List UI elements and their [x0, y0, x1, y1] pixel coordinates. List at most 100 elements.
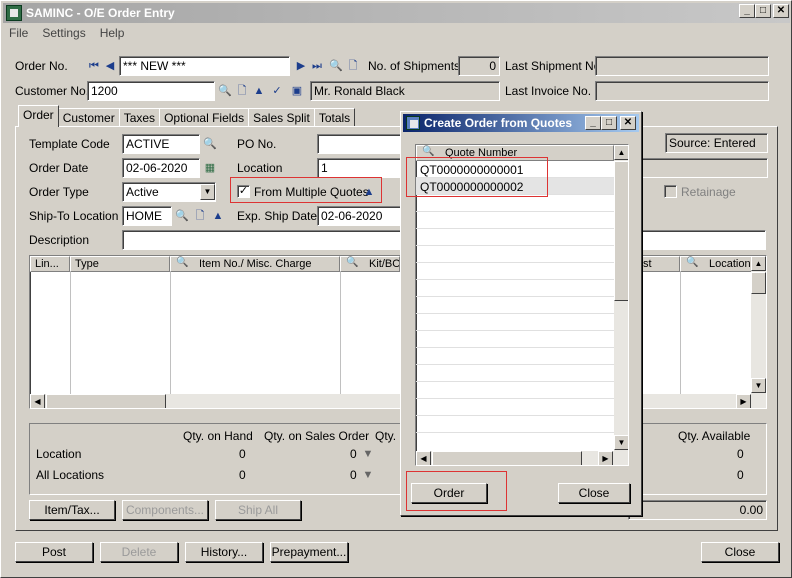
qty-on-hand-header: Qty. on Hand: [183, 429, 253, 443]
tab-taxes[interactable]: Taxes: [118, 108, 161, 127]
last-invoice-field: [595, 81, 769, 101]
ship-to-input[interactable]: HOME: [122, 206, 172, 226]
template-finder-icon[interactable]: 🔍: [203, 137, 217, 151]
components-button[interactable]: Components...: [122, 500, 208, 520]
order-type-dropdown-icon[interactable]: ▼: [200, 184, 215, 200]
dialog-minimize-button[interactable]: _: [585, 116, 601, 130]
dialog-close-button[interactable]: ✕: [620, 116, 636, 130]
order-no-label: Order No.: [15, 59, 68, 73]
last-shipment-label: Last Shipment No.: [505, 59, 604, 73]
order-button[interactable]: Order: [411, 483, 487, 503]
quote-number-header[interactable]: Quote Number: [416, 145, 614, 161]
tab-strip: Order Customer Taxes Optional Fields Sal…: [18, 105, 356, 127]
kit-search-icon: 🔍: [346, 257, 359, 268]
order-no-input[interactable]: *** NEW ***: [119, 56, 290, 76]
zoom-up-icon[interactable]: ▲: [252, 84, 266, 98]
grid-scroll-up-icon[interactable]: ▲: [751, 256, 766, 271]
po-no-input[interactable]: [317, 134, 407, 154]
quote-scroll-right-icon[interactable]: ▶: [598, 451, 613, 465]
customer-new-icon[interactable]: 🗋: [235, 84, 249, 98]
first-record-icon[interactable]: ⏮: [87, 59, 101, 73]
menu-help[interactable]: Help: [94, 24, 131, 42]
next-record-icon[interactable]: ▶: [294, 59, 308, 73]
delete-button[interactable]: Delete: [100, 542, 178, 562]
dialog-maximize-button[interactable]: □: [601, 116, 617, 130]
ship-to-finder-icon[interactable]: 🔍: [175, 209, 189, 223]
qty-location-label: Location: [36, 447, 82, 461]
ship-all-button[interactable]: Ship All: [215, 500, 301, 520]
qty-location-on-so: 0: [350, 447, 357, 461]
maximize-button[interactable]: □: [755, 4, 771, 18]
tab-sales-split[interactable]: Sales Split: [248, 108, 315, 127]
close-window-button[interactable]: ✕: [773, 4, 789, 18]
customer-no-input[interactable]: 1200: [87, 81, 215, 101]
quote-scroll-down-icon[interactable]: ▼: [614, 435, 628, 450]
minimize-button[interactable]: _: [739, 4, 755, 18]
history-button[interactable]: History...: [185, 542, 263, 562]
grid-scroll-left-icon[interactable]: ◀: [30, 394, 45, 408]
close-button[interactable]: Close: [701, 542, 779, 562]
source-field: Source: Entered: [665, 133, 768, 153]
col-item-no[interactable]: Item No./ Misc. Charge: [170, 256, 340, 272]
grid-scroll-down-icon[interactable]: ▼: [751, 378, 766, 393]
po-no-label: PO No.: [237, 137, 277, 151]
quote-search-icon: 🔍: [422, 146, 435, 157]
qty-all-locations-label: All Locations: [36, 468, 105, 482]
tab-totals[interactable]: Totals: [313, 108, 356, 127]
dialog-title: Create Order from Quotes: [424, 116, 573, 130]
exp-ship-date-input[interactable]: 02-06-2020: [317, 206, 407, 226]
description-label: Description: [29, 233, 90, 247]
qty-location-on-hand: 0: [239, 447, 246, 461]
qty-all-drill-icon[interactable]: ▼: [361, 468, 375, 482]
item-tax-button[interactable]: Item/Tax...: [29, 500, 115, 520]
template-code-input[interactable]: ACTIVE: [122, 134, 200, 154]
ship-to-new-icon[interactable]: 🗋: [193, 209, 207, 223]
location-search-icon: 🔍: [686, 257, 699, 268]
post-button[interactable]: Post: [15, 542, 93, 562]
check-credit-icon[interactable]: ✓: [270, 84, 284, 98]
quote-scroll-left-icon[interactable]: ◀: [416, 451, 431, 465]
qty-on-sales-order-header: Qty. on Sales Order: [264, 429, 370, 443]
customer-name-field: Mr. Ronald Black: [310, 81, 500, 101]
customer-info-icon[interactable]: ▣: [290, 84, 304, 98]
list-item[interactable]: QT0000000000002: [416, 178, 628, 195]
tab-optional-fields[interactable]: Optional Fields: [159, 108, 250, 127]
dialog-close-btn[interactable]: Close: [558, 483, 630, 503]
calendar-icon[interactable]: ▦: [203, 161, 217, 175]
col-type[interactable]: Type: [70, 256, 170, 272]
grid-scroll-right-icon[interactable]: ▶: [736, 394, 751, 408]
quote-list[interactable]: Quote Number 🔍 QT0000000000001 QT0000000…: [415, 144, 629, 466]
tab-order[interactable]: Order: [18, 105, 59, 127]
zoom-quotes-icon[interactable]: ▲: [362, 185, 376, 199]
new-document-icon[interactable]: 🗋: [346, 59, 360, 73]
template-code-label: Template Code: [29, 137, 110, 151]
col-line[interactable]: Lin...: [30, 256, 70, 272]
menu-settings[interactable]: Settings: [36, 24, 91, 42]
title-bar: SAMINC - O/E Order Entry: [3, 3, 790, 23]
num-shipments-field: 0: [458, 56, 500, 76]
grid-vscroll[interactable]: ▲ ▼: [751, 256, 766, 394]
main-window: SAMINC - O/E Order Entry _ □ ✕ File Sett…: [0, 0, 792, 578]
create-order-dialog: Create Order from Quotes _ □ ✕ Quote Num…: [400, 111, 642, 516]
list-item[interactable]: QT0000000000001: [416, 161, 628, 178]
ship-to-zoom-icon[interactable]: ▲: [211, 209, 225, 223]
customer-finder-icon[interactable]: 🔍: [218, 84, 232, 98]
grid-hscroll[interactable]: ◀ ▶: [30, 394, 766, 408]
previous-record-icon[interactable]: ◀: [103, 59, 117, 73]
prepayment-button[interactable]: Prepayment...: [270, 542, 348, 562]
last-record-icon[interactable]: ⏭: [310, 59, 324, 73]
location-input[interactable]: 1: [317, 158, 407, 178]
order-date-label: Order Date: [29, 161, 89, 175]
finder-icon[interactable]: 🔍: [329, 59, 343, 73]
from-multiple-quotes-checkbox[interactable]: ✓: [237, 185, 250, 198]
quote-hscroll[interactable]: ◀ ▶: [416, 451, 628, 465]
quote-scroll-up-icon[interactable]: ▲: [614, 145, 628, 160]
detail-grid[interactable]: Lin... Type Item No./ Misc. Charge Kit/B…: [29, 255, 767, 409]
menu-file[interactable]: File: [3, 24, 34, 42]
tab-customer[interactable]: Customer: [57, 108, 120, 127]
qty-location-drill-icon[interactable]: ▼: [361, 447, 375, 461]
qty-all-on-hand: 0: [239, 468, 246, 482]
quote-vscroll[interactable]: ▲ ▼: [614, 145, 628, 451]
order-date-input[interactable]: 02-06-2020: [122, 158, 200, 178]
qty-all-available: 0: [737, 468, 744, 482]
